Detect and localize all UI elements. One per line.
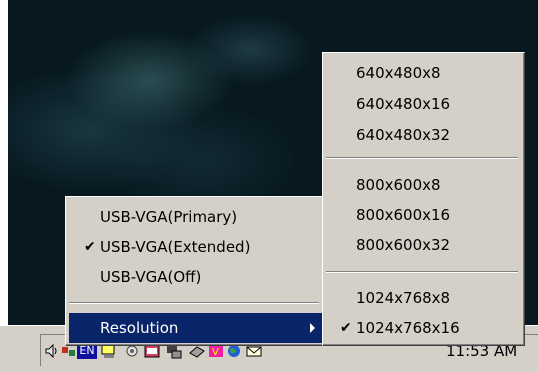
resolution-item[interactable]: 800x600x32 (323, 230, 522, 260)
resolution-label: 640x480x32 (356, 126, 451, 144)
resolution-item[interactable]: 800x600x8 (323, 170, 522, 200)
resolution-label: 800x600x16 (356, 206, 451, 224)
resolution-item-selected[interactable]: ✔ 1024x768x16 (323, 313, 522, 343)
menu-separator (326, 157, 518, 159)
svg-text:V: V (212, 347, 219, 358)
menu-item-off[interactable]: USB-VGA(Off) (66, 262, 323, 292)
menu-item-label: USB-VGA(Extended) (100, 238, 251, 256)
menu-item-label: USB-VGA(Primary) (100, 208, 238, 226)
check-icon: ✔ (84, 239, 96, 255)
resolution-item[interactable]: 1024x768x8 (323, 283, 522, 313)
menu-separator (326, 271, 518, 273)
resolution-item[interactable]: 640x480x8 (323, 58, 522, 88)
menu-item-label: USB-VGA(Off) (100, 268, 202, 286)
menu-item-extended[interactable]: ✔ USB-VGA(Extended) (66, 232, 323, 262)
screen-edge (0, 0, 8, 371)
resolution-label: 1024x768x8 (356, 289, 451, 307)
resolution-item[interactable]: 640x480x32 (323, 120, 522, 150)
menu-item-label: Resolution (100, 319, 179, 337)
resolution-item[interactable]: 640x480x16 (323, 89, 522, 119)
resolution-label: 640x480x8 (356, 64, 441, 82)
speaker-icon[interactable] (44, 343, 60, 359)
submenu-arrow-icon (310, 323, 315, 333)
usb-vga-context-menu: ✔ USB-VGA(Primary) ✔ USB-VGA(Extended) U… (65, 196, 326, 346)
resolution-label: 800x600x32 (356, 236, 451, 254)
menu-separator (69, 302, 319, 304)
resolution-label: 800x600x8 (356, 176, 441, 194)
check-icon: ✔ (340, 320, 352, 336)
menu-item-resolution[interactable]: Resolution (69, 313, 322, 343)
resolution-label: 1024x768x16 (356, 319, 460, 337)
resolution-submenu: 640x480x8 640x480x16 640x480x32 800x600x… (322, 52, 525, 346)
menu-item-primary[interactable]: ✔ USB-VGA(Primary) (66, 202, 323, 232)
resolution-item[interactable]: 800x600x16 (323, 200, 522, 230)
resolution-label: 640x480x16 (356, 95, 451, 113)
